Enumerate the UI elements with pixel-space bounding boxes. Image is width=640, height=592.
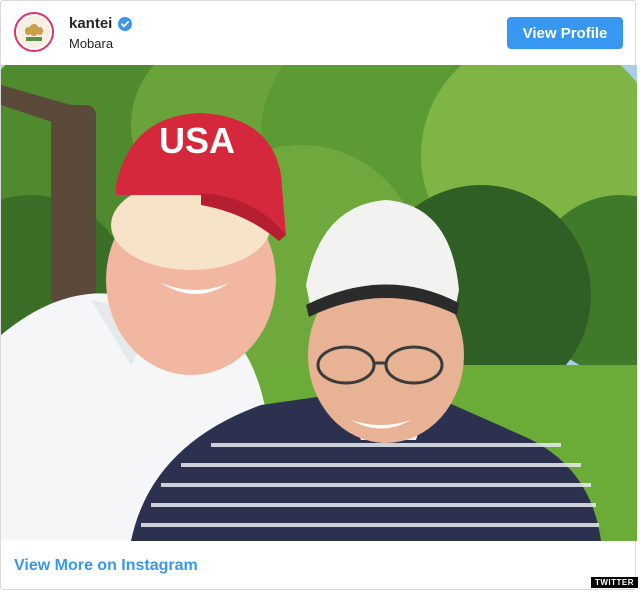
post-location[interactable]: Mobara — [69, 36, 113, 51]
cap-text: USA — [159, 120, 235, 161]
post-header: kantei Mobara View Profile — [1, 1, 635, 65]
view-profile-button[interactable]: View Profile — [507, 17, 623, 49]
photo-illustration: USA — [1, 65, 637, 541]
username[interactable]: kantei — [69, 15, 112, 32]
view-more-on-instagram-link[interactable]: View More on Instagram — [14, 557, 198, 575]
username-row: kantei — [69, 15, 133, 32]
avatar[interactable] — [14, 12, 54, 52]
instagram-embed-card: kantei Mobara View Profile USA View More… — [0, 0, 637, 590]
verified-badge-icon — [118, 16, 133, 31]
avatar-emblem-icon — [18, 16, 50, 48]
post-photo[interactable]: USA — [1, 65, 637, 541]
twitter-watermark: TWITTER — [590, 577, 638, 588]
